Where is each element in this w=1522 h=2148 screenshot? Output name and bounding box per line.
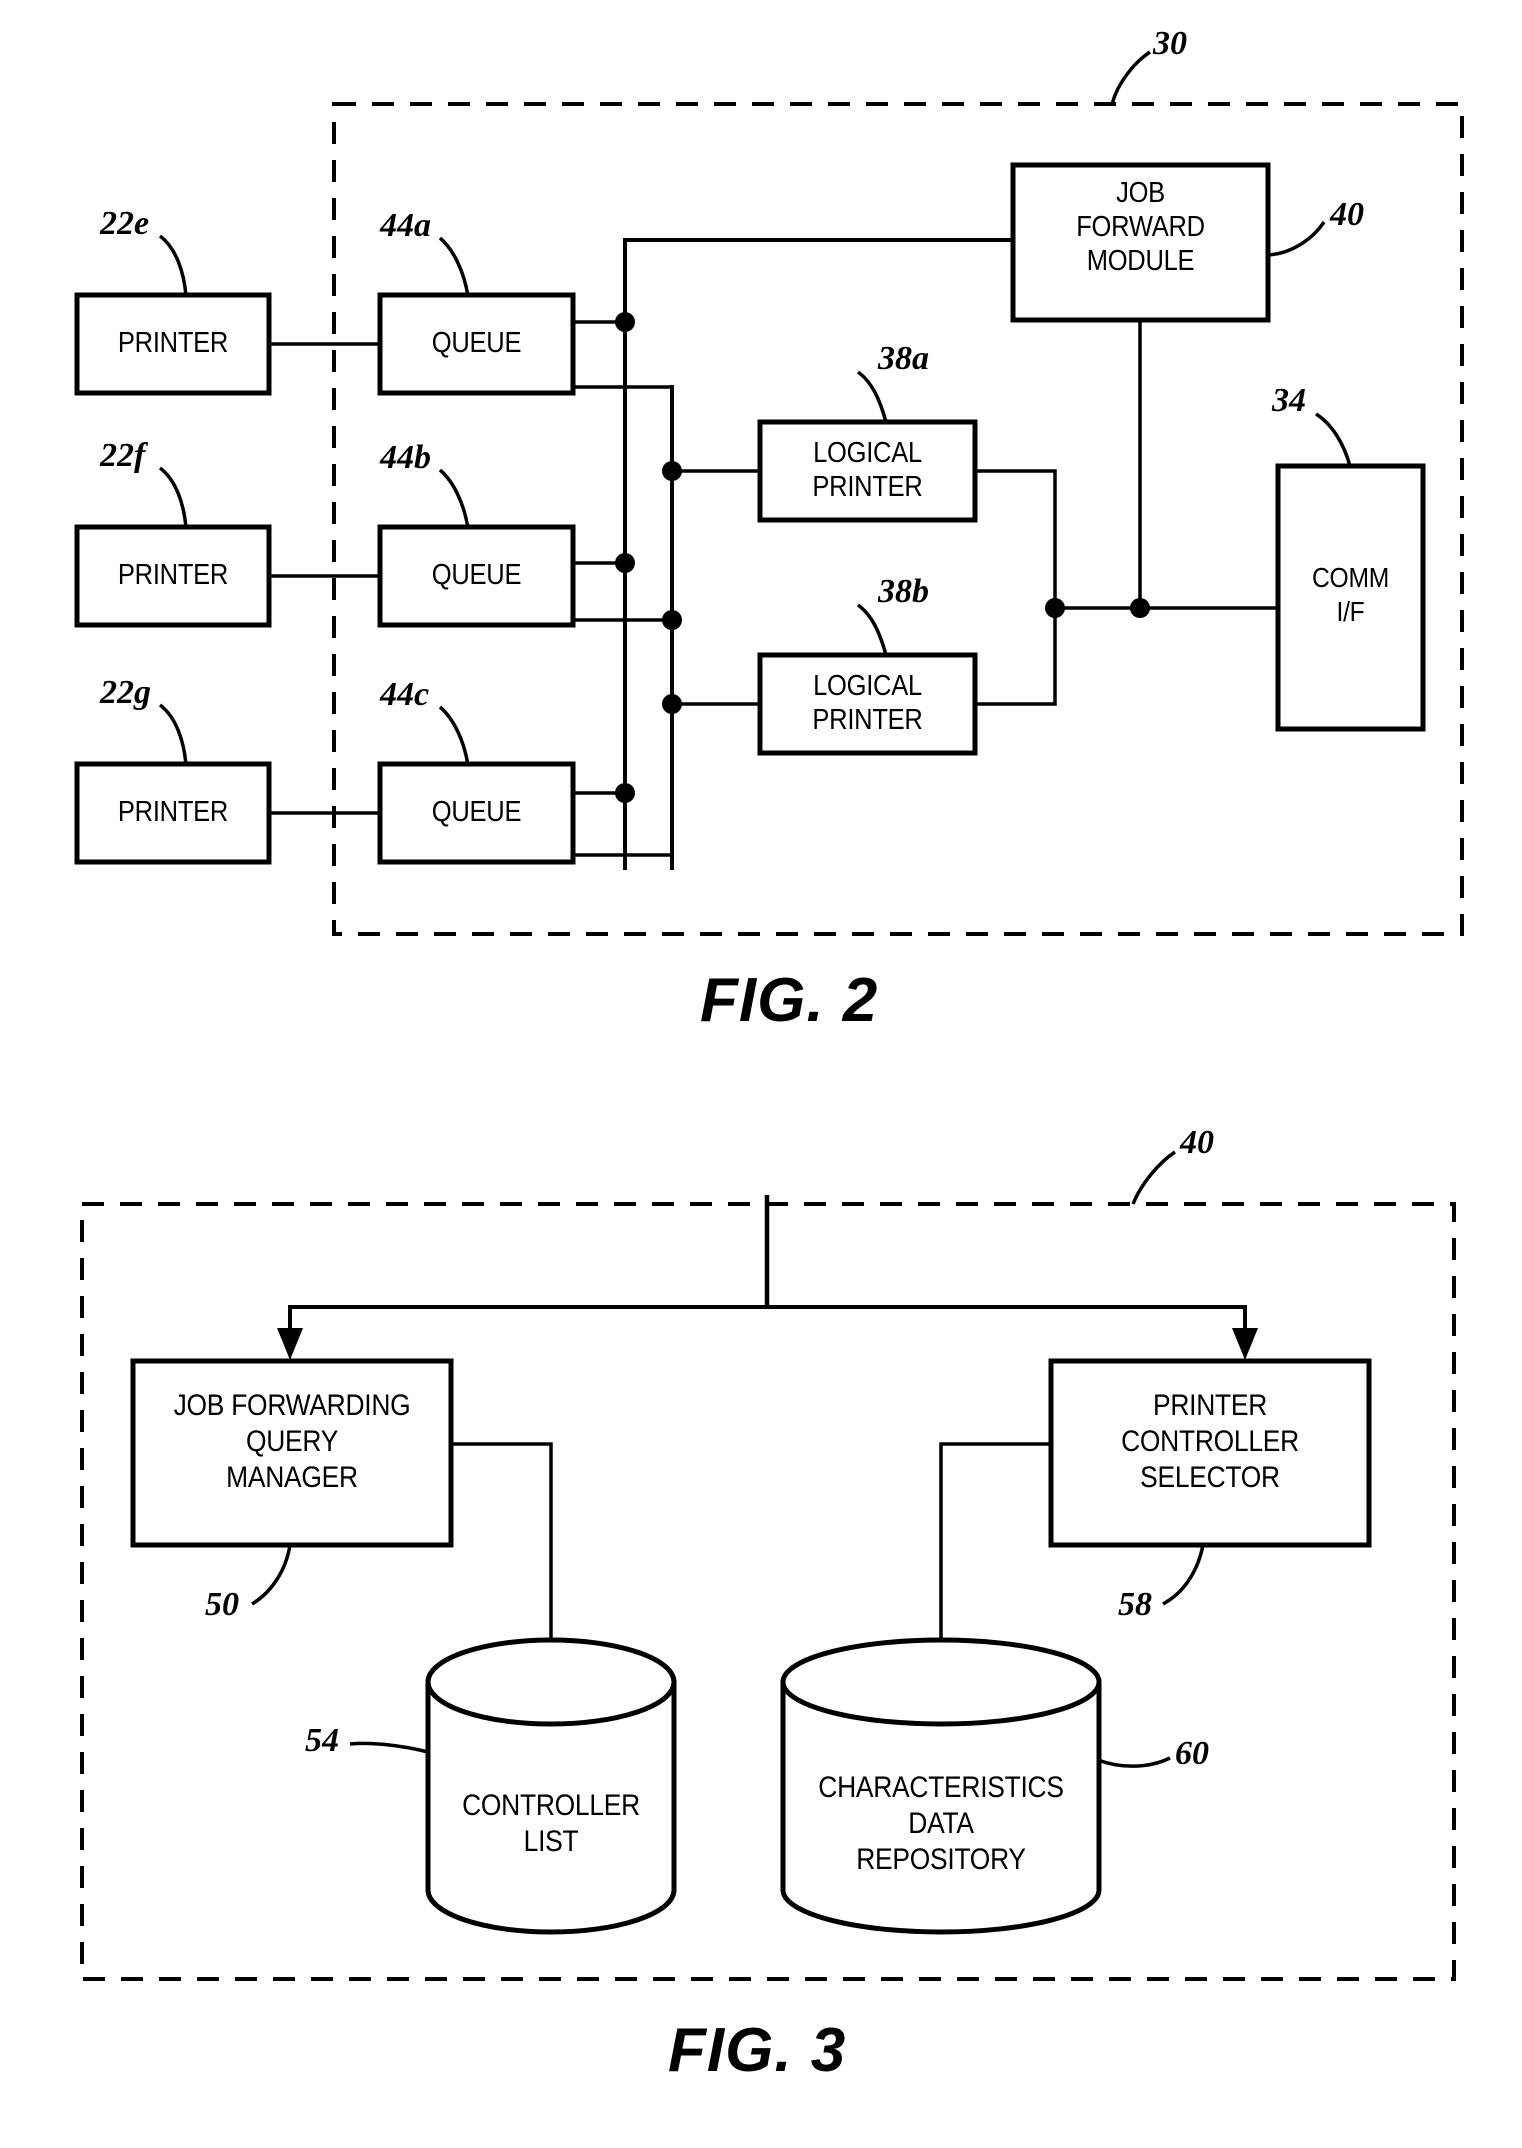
job-forward-module-line2: FORWARD [1076,211,1205,243]
printer-22f-label: PRINTER [117,559,229,591]
leader-line-60 [1097,1756,1171,1768]
comm-if-line1: COMM [1312,562,1389,593]
ref-number-60: 60 [1175,1735,1209,1772]
comm-if-line2: I/F [1336,596,1365,627]
link-logicalprinter38b-out [975,608,1057,706]
ref-number-44a: 44a [380,207,431,244]
patent-figure-canvas [74,50,1464,1981]
queue-44c-label: QUEUE [431,796,522,828]
ref-number-22g: 22g [100,674,151,711]
ref-number-22f: 22f [100,437,146,474]
job-forwarding-query-manager-line1: JOB FORWARDING [173,1389,411,1422]
ref-number-44c: 44c [380,676,430,713]
ref-number-40-fig2: 40 [1330,196,1364,233]
leader-line-44b [438,468,470,529]
controller-list-line2: LIST [523,1825,579,1858]
fig3-system-boundary-40 [80,1202,1456,1981]
leader-line-40-fig2 [1267,221,1326,257]
ref-number-50: 50 [205,1586,239,1623]
job-forward-module-line3: MODULE [1086,245,1195,277]
junction-dot [662,694,682,714]
leader-line-58 [1162,1544,1205,1606]
junction-dot [1045,598,1065,618]
characteristics-data-repository-line2: DATA [908,1807,974,1840]
junction-dot [615,312,635,332]
leader-line-22e [158,234,188,297]
ref-number-40-fig3: 40 [1180,1124,1214,1161]
fig2-group [74,50,1464,936]
logical-printer-38b-line1: LOGICAL [813,670,922,702]
junction-dot [615,553,635,573]
logical-printer-38b-line2: PRINTER [812,704,923,736]
printer-22g-label: PRINTER [117,796,229,828]
logical-printer-38a-line2: PRINTER [812,471,923,503]
leader-line-30 [1110,50,1151,105]
printer-controller-selector-line3: SELECTOR [1140,1461,1280,1494]
junction-dot [662,461,682,481]
link-logicalprinter38a-out [975,469,1057,608]
job-forward-module-line1: JOB [1116,177,1165,209]
printer-controller-selector-line2: CONTROLLER [1121,1425,1299,1458]
leader-line-22g [158,703,188,766]
controller-list-line1: CONTROLLER [462,1789,640,1822]
leader-line-50 [251,1544,292,1606]
ref-number-58: 58 [1118,1586,1152,1623]
fig2-caption: FIG. 2 [700,966,879,1035]
controller-list-cylinder-54 [425,1637,677,1935]
characteristics-data-repository-line3: REPOSITORY [856,1843,1026,1876]
leader-line-22f [158,466,188,529]
ref-number-38b: 38b [878,573,929,610]
printer-22e-label: PRINTER [117,327,229,359]
leader-line-38b [856,603,888,656]
junction-dot [662,610,682,630]
leader-line-44a [438,236,470,297]
ref-number-44b: 44b [380,439,431,476]
fig3-group [80,1150,1456,1981]
arrowhead-left [277,1328,303,1360]
leader-line-44c [438,705,470,766]
ref-number-22e: 22e [100,205,150,242]
characteristics-data-repository-line1: CHARACTERISTICS [818,1771,1064,1804]
ref-number-38a: 38a [878,340,929,377]
leader-line-40-fig3 [1131,1150,1176,1205]
ref-number-54: 54 [305,1722,339,1759]
junction-dot [1130,598,1150,618]
leader-line-38a [856,370,888,423]
ref-number-30: 30 [1153,25,1187,62]
queue-44b-label: QUEUE [431,559,522,591]
junction-dot [615,783,635,803]
arrowhead-right [1232,1328,1258,1360]
job-forwarding-query-manager-line3: MANAGER [226,1461,358,1494]
printer-controller-selector-line1: PRINTER [1152,1389,1268,1422]
logical-printer-38a-line1: LOGICAL [813,437,922,469]
leader-line-54 [349,1741,429,1754]
leader-line-34 [1315,412,1352,467]
fig3-caption: FIG. 3 [668,2016,847,2085]
job-forwarding-query-manager-line2: QUERY [245,1425,339,1458]
queue-44a-label: QUEUE [431,327,522,359]
ref-number-34: 34 [1272,382,1306,419]
